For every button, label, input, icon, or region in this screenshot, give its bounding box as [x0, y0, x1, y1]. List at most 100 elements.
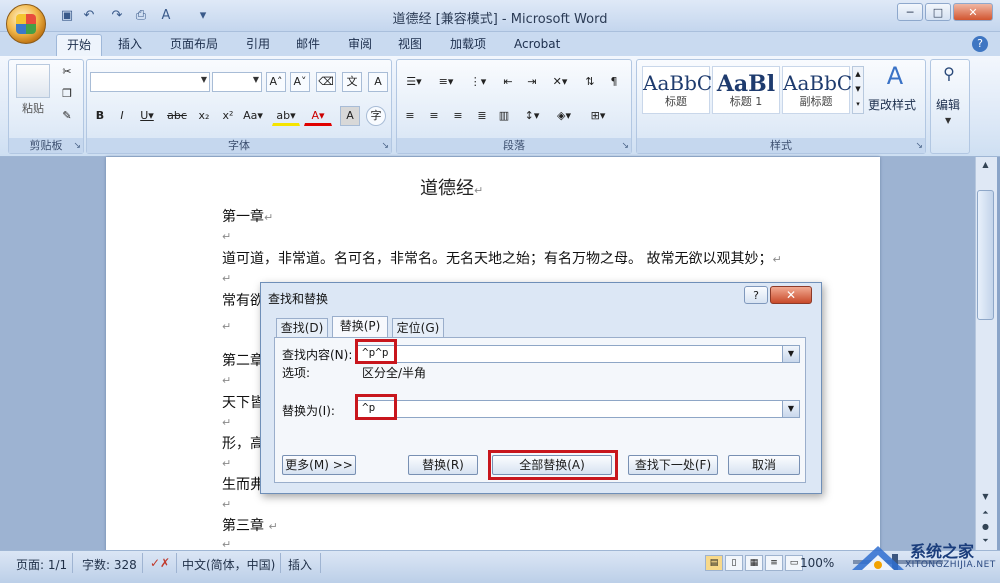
align-center-icon[interactable]: ≡ [424, 106, 444, 126]
char-border-icon[interactable]: A [368, 72, 388, 92]
tab-mailings[interactable]: 邮件 [286, 34, 330, 56]
editing-button[interactable]: 编辑 [936, 96, 960, 113]
tab-home[interactable]: 开始 [56, 34, 102, 56]
close-button[interactable]: ✕ [953, 3, 993, 21]
redo-icon[interactable]: ↷ [108, 8, 126, 24]
select-browse-object-icon[interactable]: ● [977, 522, 994, 536]
superscript-icon[interactable]: x² [218, 106, 238, 126]
web-layout-icon[interactable]: ▦ [745, 555, 763, 571]
numbering-icon[interactable]: ≡▾ [432, 72, 460, 92]
paste-button[interactable]: 粘贴 [22, 100, 44, 116]
style-title[interactable]: AaBbC 标题 [642, 66, 710, 114]
scroll-up-icon[interactable]: ▲ [977, 160, 994, 174]
shrink-font-icon[interactable]: A˅ [290, 72, 310, 92]
font-color-icon[interactable]: A▾ [304, 106, 332, 126]
highlight-icon[interactable]: ab▾ [272, 106, 300, 126]
borders-icon[interactable]: ⊞▾ [584, 106, 612, 126]
distribute-icon[interactable]: ▥ [494, 106, 514, 126]
change-styles-button[interactable]: 更改样式 [868, 96, 916, 113]
replace-button[interactable]: 替换(R) [408, 455, 478, 475]
word-count[interactable]: 字数: 328 [82, 556, 137, 573]
language-status[interactable]: 中文(简体，中国) [182, 556, 275, 573]
subscript-icon[interactable]: x₂ [194, 106, 214, 126]
tab-view[interactable]: 视图 [388, 34, 432, 56]
more-button[interactable]: 更多(M) >> [282, 455, 356, 475]
copy-icon[interactable]: ❐ [58, 84, 76, 104]
paste-icon[interactable] [16, 64, 50, 98]
outline-view-icon[interactable]: ≡ [765, 555, 783, 571]
tab-page-layout[interactable]: 页面布局 [160, 34, 228, 56]
cut-icon[interactable]: ✂ [58, 62, 76, 82]
font-name-combo[interactable]: ▼ [90, 72, 210, 92]
phonetic-guide-icon[interactable]: 文 [342, 72, 362, 92]
zoom-level[interactable]: 100% [800, 556, 834, 570]
prev-page-icon[interactable]: ⏶ [977, 508, 994, 522]
dialog-launcher-icon[interactable]: ↘ [915, 141, 923, 151]
font-group-label: 字体 [87, 138, 391, 153]
text-style-icon[interactable]: A [154, 8, 178, 24]
dialog-help-button[interactable]: ? [744, 286, 768, 304]
style-heading-1[interactable]: AaBl 标题 1 [712, 66, 780, 114]
shading-icon[interactable]: ◈▾ [550, 106, 578, 126]
styles-scroll[interactable]: ▲▼▾ [852, 66, 864, 114]
tab-review[interactable]: 审阅 [338, 34, 382, 56]
undo-icon[interactable]: ↶ [80, 8, 98, 24]
replace-with-input[interactable]: ▼ [356, 400, 800, 418]
format-painter-icon[interactable]: ✎ [58, 106, 76, 126]
help-icon[interactable]: ? [972, 36, 988, 52]
strikethrough-icon[interactable]: abc [164, 106, 190, 126]
line-spacing-icon[interactable]: ↕▾ [518, 106, 546, 126]
multilevel-list-icon[interactable]: ⋮▾ [464, 72, 492, 92]
next-page-icon[interactable]: ⏷ [977, 536, 994, 550]
change-case-icon[interactable]: Aa▾ [240, 106, 266, 126]
char-shading-icon[interactable]: A [340, 106, 360, 126]
find-next-button[interactable]: 查找下一处(F) [628, 455, 718, 475]
show-marks-icon[interactable]: ¶ [604, 72, 624, 92]
bold-icon[interactable]: B [92, 106, 108, 126]
tab-addins[interactable]: 加载项 [440, 34, 496, 56]
clear-format-icon[interactable]: ⌫ [316, 72, 336, 92]
align-left-icon[interactable]: ≡ [400, 106, 420, 126]
tab-references[interactable]: 引用 [236, 34, 280, 56]
sort-icon[interactable]: ⇅ [580, 72, 600, 92]
dialog-launcher-icon[interactable]: ↘ [381, 141, 389, 151]
full-screen-reading-icon[interactable]: ▯ [725, 555, 743, 571]
align-right-icon[interactable]: ≡ [448, 106, 468, 126]
proofing-icon[interactable]: ✓✗ [150, 556, 170, 570]
style-subtitle[interactable]: AaBbC 副标题 [782, 66, 850, 114]
change-styles-icon[interactable]: A [878, 62, 912, 90]
maximize-button[interactable]: □ [925, 3, 951, 21]
underline-icon[interactable]: U▾ [136, 106, 158, 126]
print-preview-icon[interactable]: ⎙ [132, 8, 150, 24]
tab-goto[interactable]: 定位(G) [392, 318, 444, 337]
increase-indent-icon[interactable]: ⇥ [522, 72, 542, 92]
enclose-char-icon[interactable]: 字 [366, 106, 386, 126]
dialog-launcher-icon[interactable]: ↘ [621, 141, 629, 151]
scroll-down-icon[interactable]: ▼ [977, 492, 994, 506]
italic-icon[interactable]: I [114, 106, 130, 126]
grow-font-icon[interactable]: A˄ [266, 72, 286, 92]
justify-icon[interactable]: ≣ [472, 106, 492, 126]
chinese-layout-icon[interactable]: ✕▾ [546, 72, 574, 92]
tab-acrobat[interactable]: Acrobat [504, 34, 570, 56]
customize-qat-icon[interactable]: ▾ [194, 8, 212, 24]
font-size-combo[interactable]: ▼ [212, 72, 262, 92]
binoculars-icon[interactable]: ⚲ [938, 64, 960, 88]
decrease-indent-icon[interactable]: ⇤ [498, 72, 518, 92]
dialog-launcher-icon[interactable]: ↘ [73, 141, 81, 151]
minimize-button[interactable]: ─ [897, 3, 923, 21]
scroll-thumb[interactable] [977, 190, 994, 320]
tab-find[interactable]: 查找(D) [276, 318, 328, 337]
tab-insert[interactable]: 插入 [108, 34, 152, 56]
tab-replace[interactable]: 替换(P) [332, 316, 388, 337]
find-what-input[interactable]: ▼ [356, 345, 800, 363]
print-layout-icon[interactable]: ▤ [705, 555, 723, 571]
bullets-icon[interactable]: ☰▾ [400, 72, 428, 92]
office-button[interactable] [6, 4, 46, 44]
insert-mode-status[interactable]: 插入 [288, 556, 312, 573]
line-text: 第三章 [222, 518, 264, 534]
page-count[interactable]: 页面: 1/1 [16, 556, 67, 573]
save-icon[interactable]: ▣ [58, 8, 76, 24]
dialog-close-button[interactable]: ✕ [770, 286, 812, 304]
cancel-button[interactable]: 取消 [728, 455, 800, 475]
